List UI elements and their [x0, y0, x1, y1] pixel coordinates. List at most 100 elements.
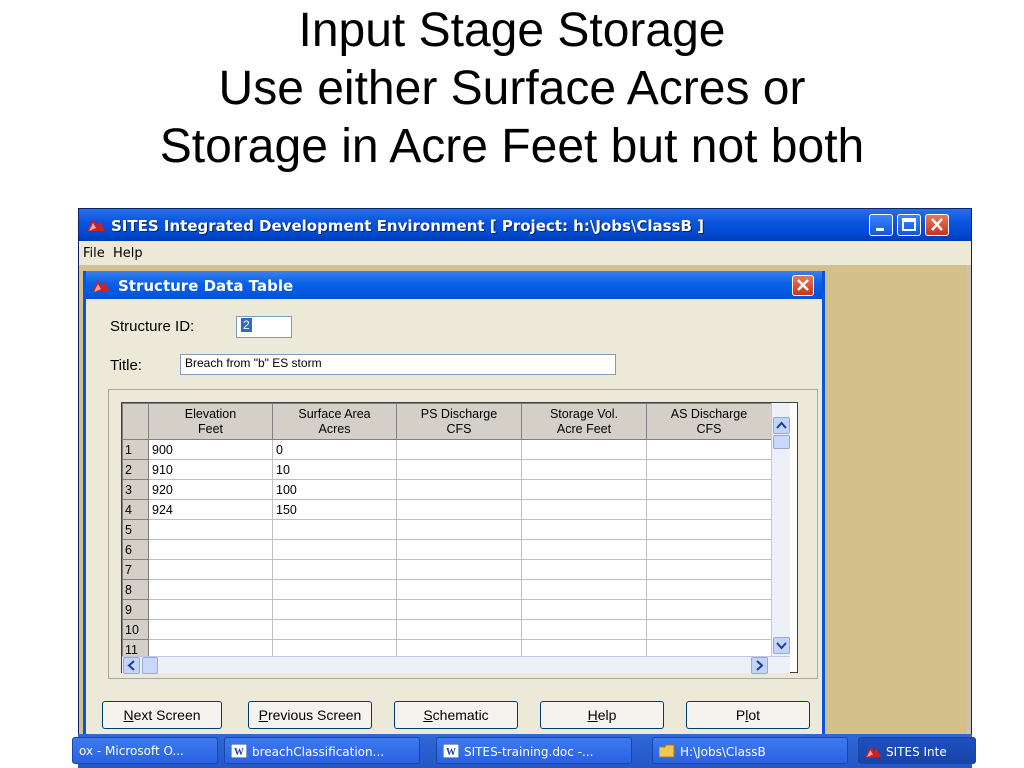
storage-data-grid[interactable]: Elevation Feet Surface Area Acres PS Disch…: [121, 402, 798, 674]
cell-surface-area[interactable]: 100: [272, 479, 397, 500]
cell-storage-vol[interactable]: [521, 479, 647, 500]
taskbar-item-outlook[interactable]: ox - Microsoft O...: [72, 737, 218, 764]
cell-surface-area[interactable]: [272, 599, 397, 620]
cell-ps-discharge[interactable]: [396, 619, 522, 640]
cell-surface-area[interactable]: [272, 539, 397, 560]
cell-ps-discharge[interactable]: [396, 559, 522, 580]
slide-title-line-3: Storage in Acre Feet but not both: [159, 120, 865, 173]
row-number: 10: [122, 619, 149, 640]
cell-ps-discharge[interactable]: [396, 439, 522, 460]
scroll-right-button[interactable]: [751, 657, 768, 674]
scroll-thumb[interactable]: [773, 435, 790, 449]
app-close-button[interactable]: [925, 214, 949, 236]
structure-id-input[interactable]: 2: [236, 316, 292, 338]
plot-button[interactable]: Plot: [686, 701, 810, 729]
cell-elevation[interactable]: [148, 599, 273, 620]
cell-surface-area[interactable]: 10: [272, 459, 397, 480]
taskbar-item-jobs-classb-folder[interactable]: H:\Jobs\ClassB: [652, 737, 848, 764]
cell-elevation[interactable]: 900: [148, 439, 273, 460]
cell-elevation[interactable]: [148, 519, 273, 540]
title-input[interactable]: Breach from "b" ES storm: [180, 354, 616, 375]
menu-file[interactable]: File: [83, 246, 105, 261]
horizontal-scroll-thumb[interactable]: [142, 657, 158, 674]
cell-ps-discharge[interactable]: [396, 459, 522, 480]
taskbar-item-breach-classification[interactable]: WbreachClassification...: [224, 737, 420, 764]
dialog-close-button[interactable]: [792, 275, 814, 296]
cell-surface-area[interactable]: [272, 579, 397, 600]
minimize-button[interactable]: [869, 214, 893, 236]
row-number: 3: [122, 479, 149, 500]
cell-as-discharge[interactable]: [646, 579, 772, 600]
cell-elevation[interactable]: 910: [148, 459, 273, 480]
sites-app-icon: [87, 219, 105, 231]
chevron-down-icon: [776, 642, 787, 650]
cell-surface-area[interactable]: [272, 619, 397, 640]
cell-ps-discharge[interactable]: [396, 599, 522, 620]
table-row: 5: [122, 519, 772, 540]
row-number: 1: [122, 439, 149, 460]
cell-storage-vol[interactable]: [521, 579, 647, 600]
cell-storage-vol[interactable]: [521, 559, 647, 580]
cell-surface-area[interactable]: [272, 559, 397, 580]
cell-elevation[interactable]: 924: [148, 499, 273, 520]
cell-elevation[interactable]: [148, 579, 273, 600]
cell-storage-vol[interactable]: [521, 499, 647, 520]
cell-storage-vol[interactable]: [521, 439, 647, 460]
cell-elevation[interactable]: [148, 619, 273, 640]
cell-storage-vol[interactable]: [521, 599, 647, 620]
cell-storage-vol[interactable]: [521, 539, 647, 560]
cell-storage-vol[interactable]: [521, 619, 647, 640]
cell-as-discharge[interactable]: [646, 539, 772, 560]
cell-ps-discharge[interactable]: [396, 579, 522, 600]
column-header-storage-vol[interactable]: Storage Vol. Acre Feet: [521, 403, 647, 440]
menu-help[interactable]: Help: [113, 246, 143, 261]
dialog-titlebar[interactable]: Structure Data Table: [86, 271, 822, 299]
scroll-left-button[interactable]: [123, 657, 140, 674]
cell-as-discharge[interactable]: [646, 599, 772, 620]
cell-as-discharge[interactable]: [646, 519, 772, 540]
app-titlebar[interactable]: SITES Integrated Development Environment…: [79, 209, 971, 241]
next-screen-button[interactable]: Next Screen: [102, 701, 222, 729]
cell-surface-area[interactable]: 150: [272, 499, 397, 520]
column-header-as-discharge[interactable]: AS Discharge CFS: [646, 403, 772, 440]
schematic-button[interactable]: Schematic: [394, 701, 518, 729]
cell-surface-area[interactable]: 0: [272, 439, 397, 460]
taskbar-item-sites-training-doc[interactable]: W SITES-training.doc -...: [436, 737, 632, 764]
cell-ps-discharge[interactable]: [396, 539, 522, 560]
cell-elevation[interactable]: [148, 559, 273, 580]
horizontal-scrollbar[interactable]: [122, 656, 790, 674]
chevron-up-icon: [776, 421, 787, 429]
scroll-up-button[interactable]: [773, 417, 790, 434]
cell-as-discharge[interactable]: [646, 479, 772, 500]
cell-ps-discharge[interactable]: [396, 479, 522, 500]
column-header-elevation[interactable]: Elevation Feet: [148, 403, 273, 440]
chevron-right-icon: [756, 660, 764, 671]
cell-ps-discharge[interactable]: [396, 499, 522, 520]
maximize-button[interactable]: [897, 214, 921, 236]
slide-title-line-2: Use either Surface Acres or: [218, 62, 806, 115]
cell-surface-area[interactable]: [272, 519, 397, 540]
cell-as-discharge[interactable]: [646, 439, 772, 460]
cell-elevation[interactable]: 920: [148, 479, 273, 500]
cell-elevation[interactable]: [148, 539, 273, 560]
column-header-surface-area[interactable]: Surface Area Acres: [272, 403, 397, 440]
svg-text:W: W: [446, 747, 456, 758]
cell-storage-vol[interactable]: [521, 519, 647, 540]
column-header-ps-discharge[interactable]: PS Discharge CFS: [396, 403, 522, 440]
cell-as-discharge[interactable]: [646, 499, 772, 520]
cell-as-discharge[interactable]: [646, 459, 772, 480]
taskbar-item-sites-active[interactable]: SITES Inte: [858, 737, 976, 764]
cell-ps-discharge[interactable]: [396, 519, 522, 540]
row-number: 7: [122, 559, 149, 580]
storage-table: Elevation Feet Surface Area Acres PS Disch…: [122, 403, 772, 660]
cell-as-discharge[interactable]: [646, 559, 772, 580]
cell-storage-vol[interactable]: [521, 459, 647, 480]
slide-title: Input Stage Storage Use either Surface A…: [0, 0, 1024, 200]
table-row: 10: [122, 619, 772, 640]
help-button[interactable]: Help: [540, 701, 664, 729]
previous-screen-button[interactable]: Previous Screen: [248, 701, 372, 729]
scroll-down-button[interactable]: [773, 637, 790, 654]
cell-as-discharge[interactable]: [646, 619, 772, 640]
dialog-title: Structure Data Table: [118, 277, 294, 295]
vertical-scrollbar[interactable]: [771, 403, 790, 656]
